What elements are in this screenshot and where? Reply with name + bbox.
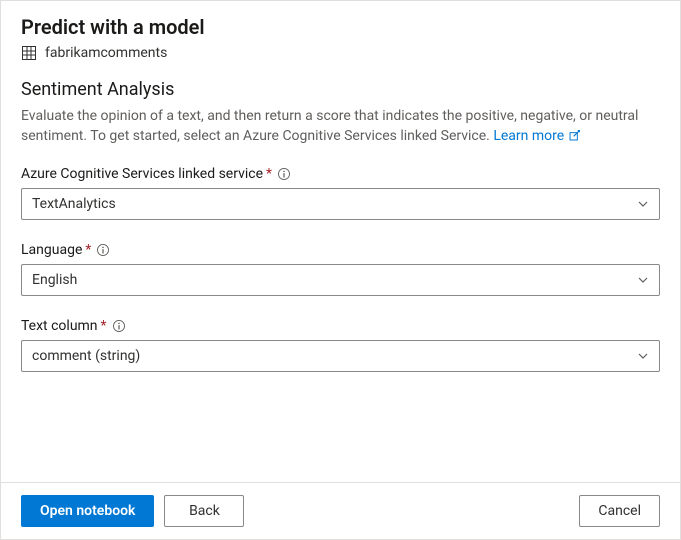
info-icon[interactable]	[96, 243, 110, 257]
language-value: English	[32, 272, 77, 288]
label-linked-service-text: Azure Cognitive Services linked service	[21, 166, 263, 182]
chevron-down-icon	[637, 274, 649, 286]
chevron-down-icon	[637, 198, 649, 210]
required-asterisk: *	[266, 166, 272, 182]
text-column-value: comment (string)	[32, 348, 140, 364]
info-icon[interactable]	[112, 319, 126, 333]
language-dropdown[interactable]: English	[21, 264, 660, 296]
back-button[interactable]: Back	[164, 495, 244, 527]
dataset-row: fabrikamcomments	[21, 45, 660, 61]
page-title: Predict with a model	[21, 15, 660, 39]
section-title: Sentiment Analysis	[21, 79, 660, 100]
info-icon[interactable]	[277, 167, 291, 181]
linked-service-value: TextAnalytics	[32, 196, 116, 212]
label-linked-service: Azure Cognitive Services linked service …	[21, 166, 660, 182]
panel-footer: Open notebook Back Cancel	[1, 482, 680, 539]
field-text-column: Text column * comment (string)	[21, 318, 660, 372]
text-column-dropdown[interactable]: comment (string)	[21, 340, 660, 372]
external-link-icon	[568, 129, 581, 142]
section-description: Evaluate the opinion of a text, and then…	[21, 106, 660, 146]
dataset-name: fabrikamcomments	[45, 45, 167, 61]
required-asterisk: *	[85, 242, 91, 258]
predict-model-panel: Predict with a model fabrikamcomments Se…	[0, 0, 681, 540]
required-asterisk: *	[101, 318, 107, 334]
field-linked-service: Azure Cognitive Services linked service …	[21, 166, 660, 220]
footer-left: Open notebook Back	[21, 495, 244, 527]
label-text-column-text: Text column	[21, 318, 98, 334]
panel-content: Predict with a model fabrikamcomments Se…	[1, 1, 680, 482]
table-icon	[21, 45, 37, 61]
linked-service-dropdown[interactable]: TextAnalytics	[21, 188, 660, 220]
cancel-button[interactable]: Cancel	[579, 495, 660, 527]
learn-more-link[interactable]: Learn more	[493, 128, 580, 144]
chevron-down-icon	[637, 350, 649, 362]
open-notebook-button[interactable]: Open notebook	[21, 495, 154, 527]
learn-more-label: Learn more	[493, 128, 564, 144]
field-language: Language * English	[21, 242, 660, 296]
label-language-text: Language	[21, 242, 82, 258]
label-text-column: Text column *	[21, 318, 660, 334]
label-language: Language *	[21, 242, 660, 258]
